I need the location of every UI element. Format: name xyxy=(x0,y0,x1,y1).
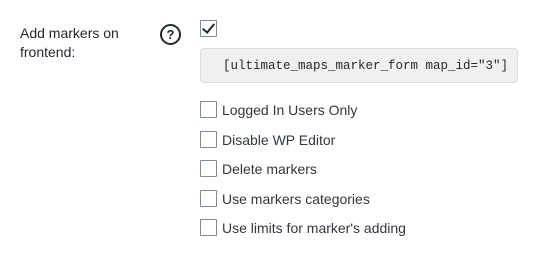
delete-markers-label: Delete markers xyxy=(222,161,317,177)
disable-wp-editor-checkbox[interactable] xyxy=(200,131,217,148)
use-limits-label: Use limits for marker's adding xyxy=(222,220,406,236)
delete-markers-checkbox[interactable] xyxy=(200,160,217,177)
help-icon-symbol: ? xyxy=(166,27,175,42)
logged-in-users-checkbox[interactable] xyxy=(200,101,217,118)
shortcode-field[interactable]: [ultimate_maps_marker_form map_id="3"] xyxy=(200,48,518,83)
use-markers-categories-label: Use markers categories xyxy=(222,191,370,207)
logged-in-users-label: Logged In Users Only xyxy=(222,102,358,118)
disable-wp-editor-label: Disable WP Editor xyxy=(222,132,336,148)
help-icon[interactable]: ? xyxy=(160,24,181,45)
setting-label: Add markers on frontend: xyxy=(20,25,119,60)
use-markers-categories-checkbox[interactable] xyxy=(200,190,217,207)
use-limits-checkbox[interactable] xyxy=(200,219,217,236)
add-markers-checkbox[interactable] xyxy=(200,20,217,37)
